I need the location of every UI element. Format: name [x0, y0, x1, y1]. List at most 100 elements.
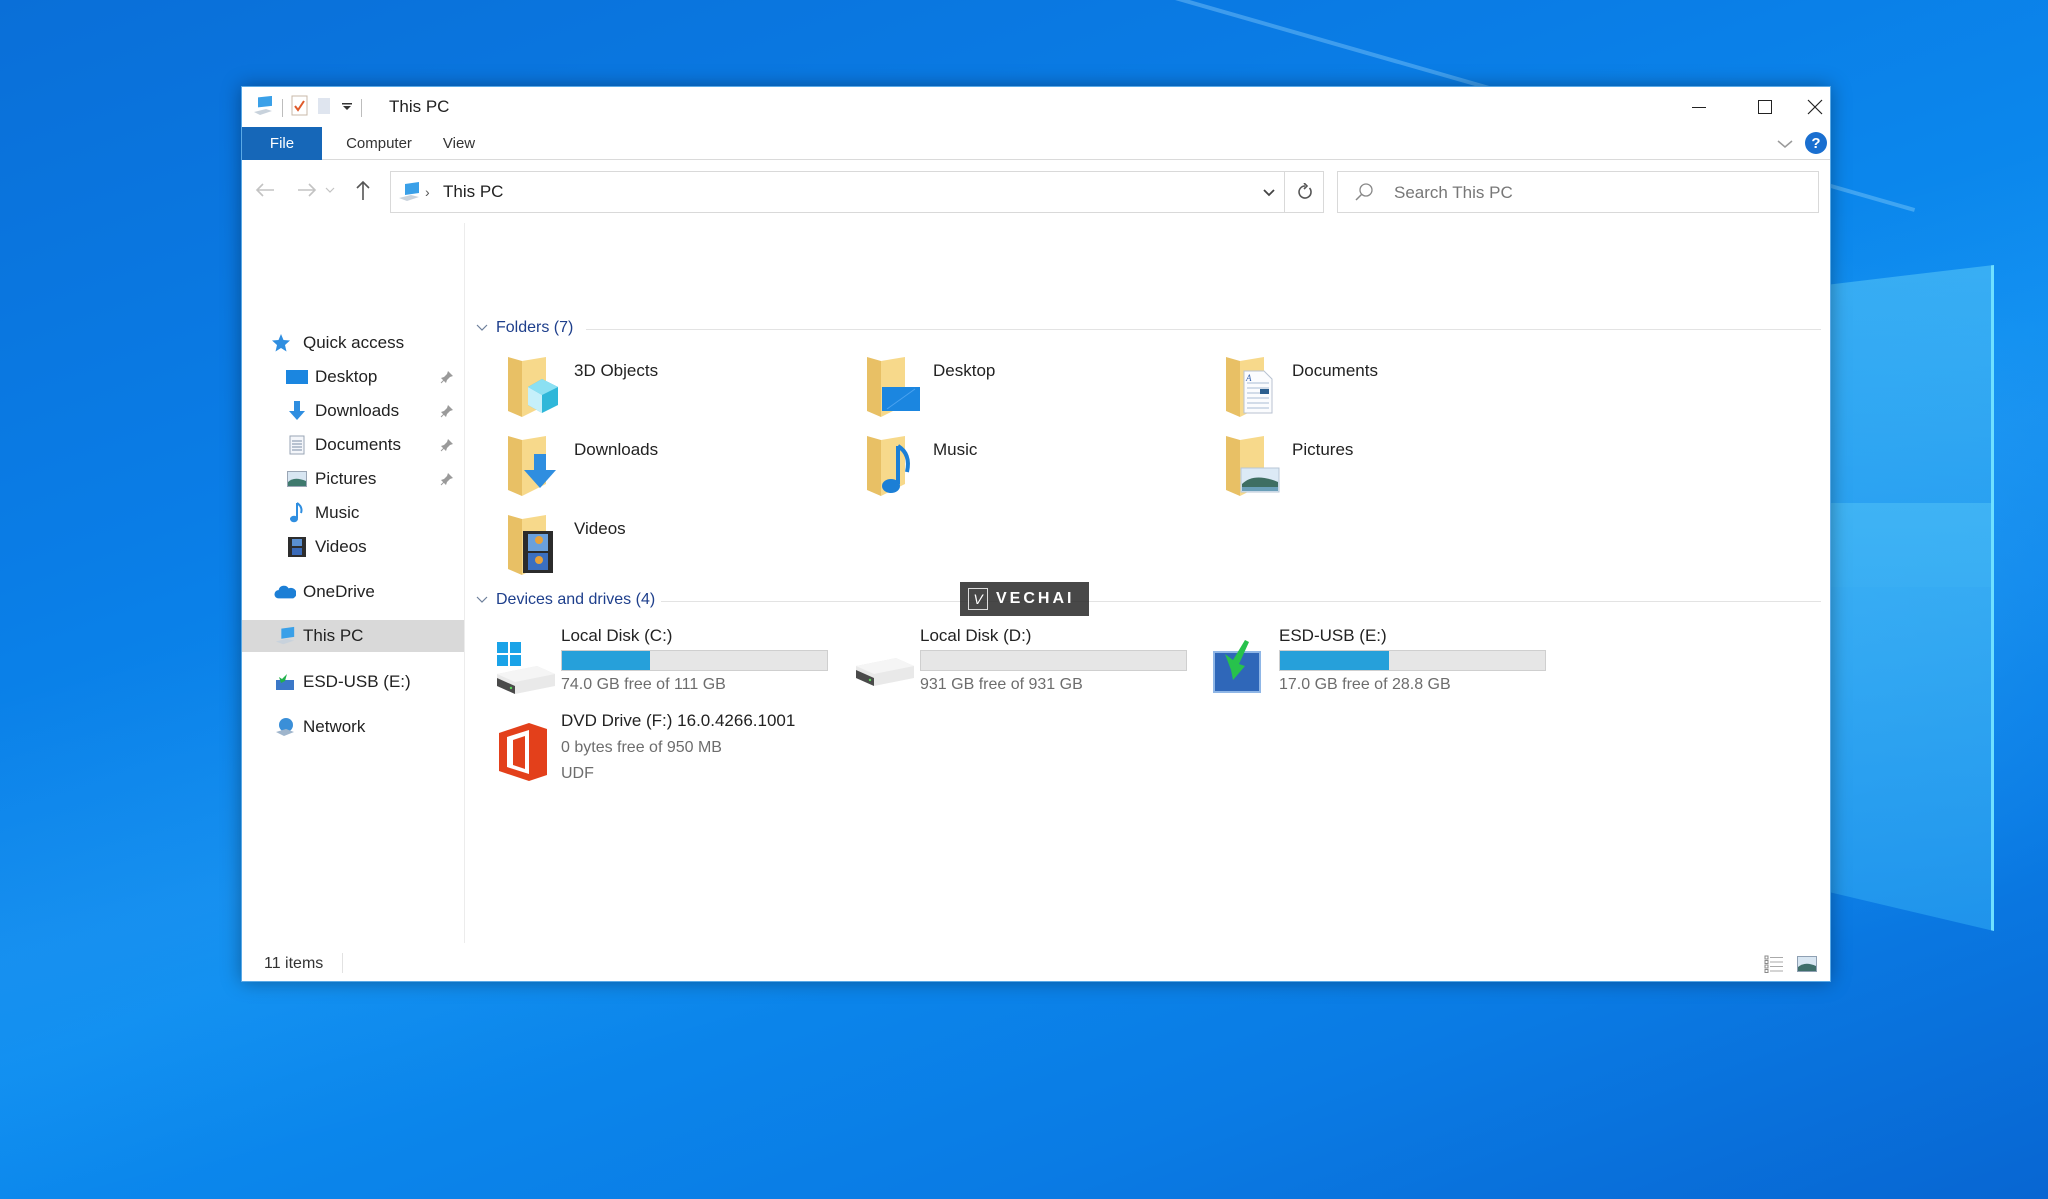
documents-folder-icon: A: [1226, 357, 1273, 417]
status-bar: 11 items: [242, 943, 1830, 983]
up-arrow-icon: [356, 180, 370, 200]
folder-item-3d-objects[interactable]: 3D Objects: [506, 353, 846, 427]
drive-item-e[interactable]: ESD-USB (E:) 17.0 GB free of 28.8 GB: [1211, 626, 1551, 706]
drive-item-d[interactable]: Local Disk (D:) 931 GB free of 931 GB: [852, 626, 1192, 706]
nav-item-downloads[interactable]: Downloads: [242, 395, 464, 427]
drive-name: DVD Drive (F:) 16.0.4266.1001: [561, 711, 796, 730]
folder-item-music[interactable]: Music: [865, 432, 1205, 506]
pin-icon[interactable]: [440, 471, 454, 491]
music-note-icon: [286, 502, 308, 524]
nav-item-desktop[interactable]: Desktop: [242, 361, 464, 393]
breadcrumb-separator[interactable]: ›: [425, 184, 430, 200]
nav-label: Videos: [315, 537, 367, 556]
group-divider: [586, 329, 1821, 330]
videos-folder-icon: [508, 515, 553, 575]
expand-ribbon-button[interactable]: [1774, 135, 1796, 153]
breadcrumb-this-pc[interactable]: This PC: [443, 182, 503, 202]
this-pc-icon: [252, 95, 274, 121]
windows-logo-pane-bottom: [1831, 503, 1994, 931]
computer-icon: [274, 625, 296, 647]
picture-icon: [286, 468, 308, 490]
drive-name: Local Disk (C:): [561, 626, 673, 645]
details-view-button[interactable]: [1764, 955, 1784, 978]
nav-item-pictures[interactable]: Pictures: [242, 463, 464, 495]
nav-item-music[interactable]: Music: [242, 497, 464, 529]
minimize-button[interactable]: [1666, 87, 1732, 127]
cloud-icon: [274, 581, 296, 603]
film-icon: [286, 536, 308, 558]
forward-arrow-icon: [298, 183, 317, 197]
devices-group-header[interactable]: Devices and drives (4): [476, 588, 655, 612]
nav-label: OneDrive: [303, 582, 375, 601]
nav-label: Downloads: [315, 401, 400, 420]
recent-locations-button[interactable]: [322, 175, 338, 205]
nav-label: ESD-USB (E:): [303, 672, 411, 691]
nav-item-esd-usb[interactable]: ESD-USB (E:): [242, 666, 464, 698]
pin-icon[interactable]: [440, 437, 454, 457]
back-button[interactable]: [250, 175, 280, 205]
nav-item-quick-access[interactable]: Quick access: [242, 327, 464, 359]
drive-item-dvd-f[interactable]: DVD Drive (F:) 16.0.4266.1001 0 bytes fr…: [493, 711, 833, 791]
folder-item-pictures[interactable]: Pictures: [1224, 432, 1564, 506]
nav-item-this-pc[interactable]: This PC: [242, 620, 464, 652]
forward-button[interactable]: [292, 175, 322, 205]
minimize-icon: [1692, 107, 1706, 108]
watermark-text: VECHAI: [996, 590, 1075, 607]
search-box[interactable]: [1337, 171, 1819, 213]
nav-item-videos[interactable]: Videos: [242, 531, 464, 563]
chevron-down-icon: [325, 187, 335, 193]
drive-usage-bar: [561, 650, 828, 671]
properties-icon[interactable]: [291, 95, 309, 122]
address-bar[interactable]: › This PC: [390, 171, 1324, 213]
title-bar[interactable]: This PC: [242, 87, 1830, 127]
pictures-folder-icon: [1226, 436, 1280, 496]
refresh-button[interactable]: [1284, 172, 1324, 212]
devices-group-title: Devices and drives (4): [496, 591, 656, 608]
nav-item-onedrive[interactable]: OneDrive: [242, 576, 464, 608]
large-icons-view-button[interactable]: [1797, 956, 1817, 977]
up-button[interactable]: [348, 175, 378, 205]
folder-item-desktop[interactable]: Desktop: [865, 353, 1205, 427]
folder-item-downloads[interactable]: Downloads: [506, 432, 846, 506]
back-arrow-icon: [255, 183, 274, 197]
folder-item-videos[interactable]: Videos: [506, 511, 846, 585]
group-divider: [661, 601, 1821, 602]
nav-item-network[interactable]: Network: [242, 711, 464, 743]
drive-free-space: 931 GB free of 931 GB: [920, 676, 1083, 693]
pin-icon[interactable]: [440, 403, 454, 423]
drive-usage-bar: [920, 650, 1187, 671]
qat-separator: [361, 99, 362, 117]
close-button[interactable]: [1798, 87, 1832, 127]
drive-usage-bar: [1279, 650, 1546, 671]
chevron-down-icon: [476, 324, 488, 331]
usb-drive-icon: [1213, 640, 1261, 693]
new-folder-icon[interactable]: [317, 96, 333, 121]
chevron-down-icon: [476, 596, 488, 603]
folders-group-header[interactable]: Folders (7): [476, 316, 573, 340]
maximize-button[interactable]: [1732, 87, 1798, 127]
ribbon-tabs: File Computer View: [242, 127, 1830, 160]
drive-item-c[interactable]: Local Disk (C:) 74.0 GB free of 111 GB: [493, 626, 833, 706]
windows-drive-icon: [497, 642, 555, 694]
tab-view[interactable]: View: [434, 127, 484, 160]
navigation-pane: Quick access Desktop Downloads Documents…: [242, 223, 465, 943]
network-icon: [274, 716, 296, 738]
tab-computer[interactable]: Computer: [334, 127, 424, 160]
address-history-dropdown[interactable]: [1257, 182, 1281, 202]
music-folder-icon: [867, 436, 910, 496]
folder-name: Music: [933, 440, 978, 459]
search-input[interactable]: [1394, 180, 1794, 206]
nav-item-documents[interactable]: Documents: [242, 429, 464, 461]
status-separator: [342, 953, 343, 973]
pin-icon[interactable]: [440, 369, 454, 389]
help-button[interactable]: ?: [1805, 132, 1827, 154]
refresh-icon: [1297, 183, 1312, 199]
customize-dropdown-icon[interactable]: [341, 99, 353, 118]
folder-item-documents[interactable]: A Documents: [1224, 353, 1564, 427]
chevron-down-icon: [1777, 140, 1793, 148]
folder-name: Pictures: [1292, 440, 1354, 459]
nav-label: Pictures: [315, 469, 377, 488]
3d-objects-folder-icon: [508, 357, 558, 417]
tab-file[interactable]: File: [242, 127, 322, 160]
drive-usage-fill: [562, 651, 651, 670]
